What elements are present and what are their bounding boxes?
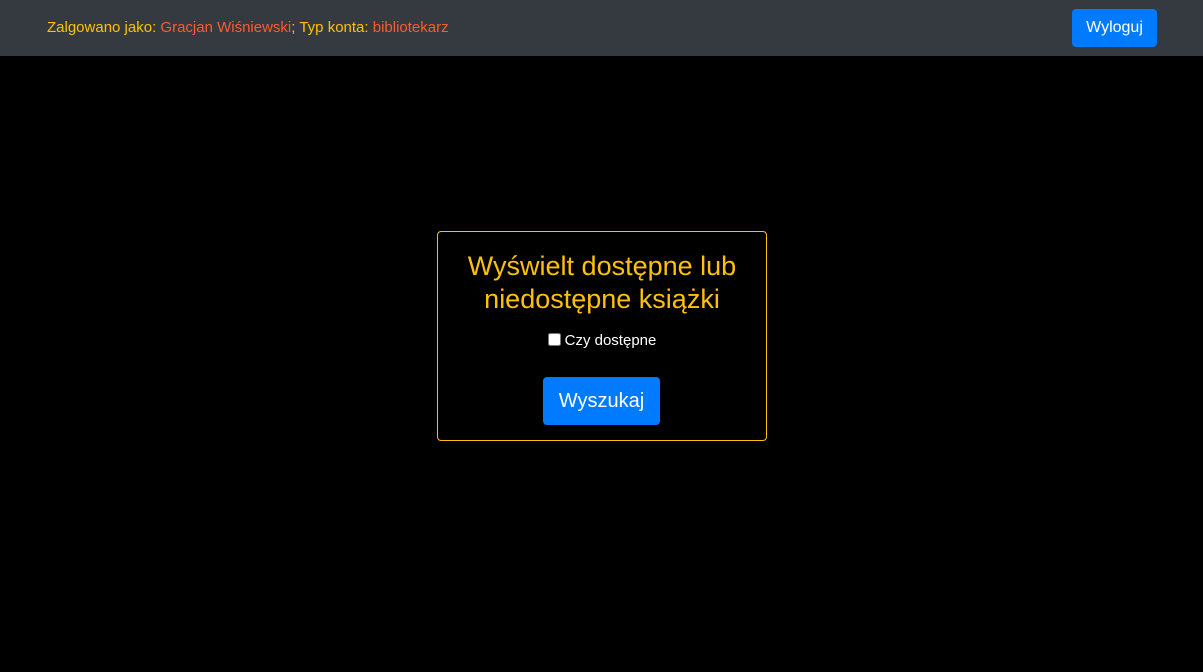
- available-checkbox-row: Czy dostępne: [438, 332, 766, 350]
- search-button[interactable]: Wyszukaj: [543, 377, 660, 425]
- logged-in-label: Zalgowano jako:: [47, 19, 161, 36]
- search-form-title: Wyświelt dostępne lub niedostępne książk…: [467, 251, 737, 314]
- available-checkbox-label[interactable]: Czy dostępne: [565, 332, 657, 349]
- account-type-label: ; Typ konta:: [291, 19, 373, 36]
- user-name: Gracjan Wiśniewski: [160, 19, 292, 36]
- logout-button[interactable]: Wyloguj: [1072, 9, 1157, 47]
- search-form-card: Wyświelt dostępne lub niedostępne książk…: [437, 231, 767, 441]
- account-type: bibliotekarz: [372, 19, 449, 36]
- login-info: Zalgowano jako: Gracjan Wiśniewski; Typ …: [47, 19, 449, 37]
- available-checkbox[interactable]: [547, 333, 561, 346]
- top-navbar: Zalgowano jako: Gracjan Wiśniewski; Typ …: [0, 0, 1203, 56]
